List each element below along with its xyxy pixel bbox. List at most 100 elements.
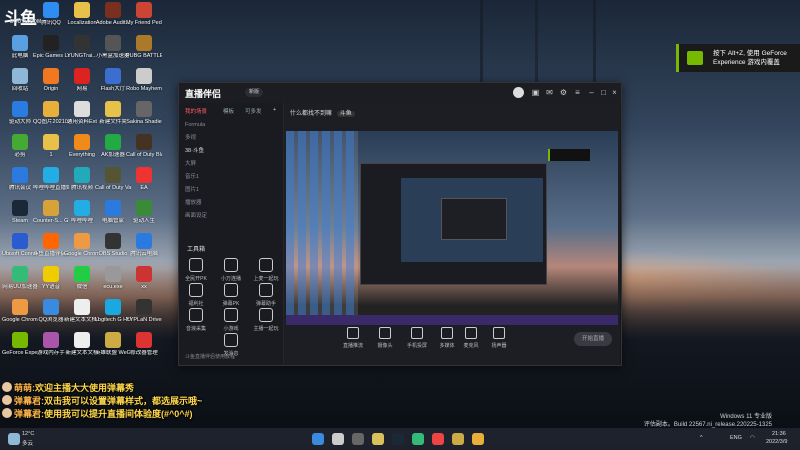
desktop-icons: 腾讯QQ Localization Adobe Audit... My Friend … xyxy=(0,0,190,400)
tool-audio-capture[interactable]: 音浪采集 xyxy=(181,308,211,332)
desktop-icon-label: PUBG BATTLEGR... xyxy=(126,53,162,59)
close-icon[interactable]: × xyxy=(610,88,619,97)
scene-item[interactable]: 播放器 xyxy=(185,199,275,208)
stream-title[interactable]: 什么都找不到嘛 斗鱼 xyxy=(290,108,355,117)
app-icon xyxy=(74,2,90,18)
desktop-icon[interactable]: My Friend Pedro xyxy=(126,2,162,26)
notification-text: 按下 Alt+Z, 使用 GeForce Experience 游戏内覆盖 xyxy=(713,50,787,66)
weather-temp[interactable]: 12°C xyxy=(22,431,34,437)
tab-templates[interactable]: 模板 xyxy=(223,107,234,115)
app-icon xyxy=(105,167,121,183)
start-icon[interactable] xyxy=(312,433,324,445)
tool-anchor-play[interactable]: 主播一起玩 xyxy=(251,308,281,332)
steam-icon[interactable] xyxy=(392,433,404,445)
geforce-overlay-notification[interactable]: 按下 Alt+Z, 使用 GeForce Experience 游戏内覆盖 xyxy=(676,44,800,72)
scene-item[interactable]: 大屏 xyxy=(185,160,275,169)
clock-time[interactable]: 21:36 xyxy=(772,431,786,437)
file-explorer-icon[interactable] xyxy=(372,433,384,445)
stream-preview[interactable] xyxy=(286,131,618,325)
app-icon xyxy=(74,134,90,150)
streaming-app-window[interactable]: 直播伴侣 新版 ▣ ✉ ⚙ ≡ – □ × 我的场景 模板 可多发 + Form… xyxy=(178,82,622,366)
tray-chevron-icon[interactable]: ^ xyxy=(700,435,703,441)
gift-icon[interactable]: ▣ xyxy=(531,88,540,97)
scene-item[interactable]: 38·斗鱼 xyxy=(185,147,275,156)
desktop-icon[interactable]: 驱动人生 xyxy=(126,200,162,224)
menu-icon[interactable]: ≡ xyxy=(573,88,582,97)
app-icon xyxy=(74,266,90,282)
mic-icon xyxy=(465,327,477,339)
tool-welfare[interactable]: 福利社 xyxy=(181,283,211,307)
tool-co-play[interactable]: 上麦一起玩 xyxy=(251,258,281,282)
nested-app-preview xyxy=(360,163,547,285)
desktop-icon-label: 腾讯云电脑 xyxy=(130,251,158,257)
app-icon xyxy=(43,167,59,183)
desktop-icon-label: Sakina Shadie xyxy=(126,119,162,125)
scene-item[interactable]: Formula xyxy=(185,121,275,130)
gamepad-icon xyxy=(224,308,238,322)
desktop-icon[interactable]: Call of Duty Black Op... xyxy=(126,134,162,158)
app-icon xyxy=(12,167,28,183)
tab-my-scenes[interactable]: 我的场景 xyxy=(185,107,207,115)
maximize-icon[interactable]: □ xyxy=(599,88,608,97)
douyu-icon[interactable] xyxy=(472,433,484,445)
scene-item[interactable]: 音乐1 xyxy=(185,173,275,182)
user-avatar[interactable] xyxy=(513,87,524,98)
settings-icon[interactable]: ⚙ xyxy=(559,88,568,97)
mail-icon[interactable]: ✉ xyxy=(545,88,554,97)
version-badge[interactable]: 新版 xyxy=(245,88,264,97)
desktop-icon[interactable]: PUBG BATTLEGR... xyxy=(126,35,162,59)
add-scene-icon[interactable]: + xyxy=(273,107,276,113)
desktop-icon[interactable]: xx xyxy=(126,266,162,290)
desktop-icon[interactable]: EA xyxy=(126,167,162,191)
tool-pk[interactable]: 全民开PK xyxy=(181,258,211,282)
app-icon xyxy=(74,167,90,183)
media-icon xyxy=(441,327,453,339)
uu-icon[interactable] xyxy=(412,433,424,445)
app-icon xyxy=(105,101,121,117)
app-icon xyxy=(136,2,152,18)
app-icon xyxy=(105,35,121,51)
app-icon xyxy=(74,332,90,348)
danmu-icon xyxy=(224,283,238,297)
desktop-icon[interactable]: 修改器管理 xyxy=(126,332,162,356)
control-camera[interactable]: 摄像头 xyxy=(368,327,402,349)
minimize-icon[interactable]: – xyxy=(587,88,596,97)
tool-danmu-pk[interactable]: 弹幕PK xyxy=(216,283,246,307)
weather-desc[interactable]: 多云 xyxy=(22,439,33,447)
tool-danmu-helper[interactable]: 弹幕助手 xyxy=(251,283,281,307)
app-icon xyxy=(105,200,121,216)
tool-minigame[interactable]: 小游戏 xyxy=(216,308,246,332)
app-icon[interactable] xyxy=(432,433,444,445)
download-icon xyxy=(224,333,238,347)
camera-icon xyxy=(379,327,391,339)
desktop-icon[interactable]: YYPLaN Driver xyxy=(126,299,162,323)
scene-item[interactable]: 图片1 xyxy=(185,186,275,195)
task-view-icon[interactable] xyxy=(352,433,364,445)
tool-linkup[interactable]: 小万连播 xyxy=(216,258,246,282)
desktop-icon-label: 修改器管理 xyxy=(130,350,158,356)
control-phone-cast[interactable]: 手机投屏 xyxy=(400,327,434,349)
search-icon[interactable] xyxy=(332,433,344,445)
scene-item[interactable]: 多视 xyxy=(185,134,275,143)
scene-item[interactable]: 画面设定 xyxy=(185,212,275,221)
link-icon xyxy=(224,258,238,272)
app-icon xyxy=(74,35,90,51)
tab-more[interactable]: 可多发 xyxy=(245,107,262,115)
app-icon xyxy=(12,101,28,117)
weather-icon[interactable] xyxy=(8,433,20,445)
desktop-icon-label: EA xyxy=(140,185,148,191)
desktop-icon[interactable]: Robo Mayhem xyxy=(126,68,162,92)
ime-indicator[interactable]: ENG xyxy=(730,435,742,441)
desktop-icon[interactable]: 腾讯云电脑 xyxy=(126,233,162,257)
game-icon[interactable] xyxy=(452,433,464,445)
tutorial-link[interactable]: 斗鱼直播伴侣使用教程 xyxy=(185,353,235,360)
desktop-icon[interactable]: Sakina Shadie xyxy=(126,101,162,125)
network-icon[interactable]: ◠ xyxy=(750,435,755,441)
start-stream-button[interactable]: 开始直播 xyxy=(574,332,612,346)
gift-box-icon xyxy=(189,283,203,297)
clock-date[interactable]: 2022/3/9 xyxy=(766,439,787,445)
control-speaker[interactable]: 扬声器 xyxy=(482,327,516,349)
app-titlebar[interactable]: 直播伴侣 新版 ▣ ✉ ⚙ ≡ – □ × xyxy=(179,83,621,103)
app-icon xyxy=(43,266,59,282)
control-push-stream[interactable]: 直播推流 xyxy=(336,327,370,349)
